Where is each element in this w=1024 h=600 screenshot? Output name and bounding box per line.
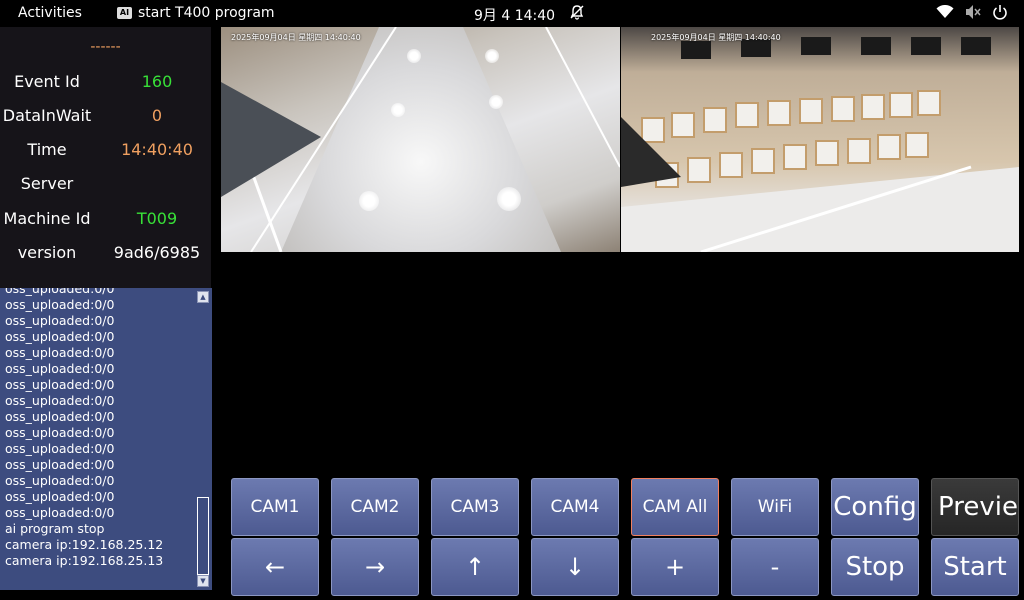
log-line: oss_uploaded:0/0: [5, 345, 115, 360]
info-label: Server: [20, 174, 74, 193]
cam4-button[interactable]: CAM4: [531, 478, 619, 536]
info-row-version: version 9ad6/6985: [0, 243, 211, 273]
power-icon: [992, 4, 1008, 24]
event-id-value: 160: [141, 72, 173, 91]
log-line: oss_uploaded:0/0: [5, 505, 115, 520]
zoom-out-button[interactable]: -: [731, 538, 819, 596]
log-line: oss_uploaded:0/0: [5, 377, 115, 392]
scroll-thumb[interactable]: [197, 497, 209, 575]
bell-muted-icon: [569, 4, 585, 24]
status-header: ------: [90, 39, 121, 55]
info-label: version: [17, 243, 77, 262]
camera-1-timestamp: 2025年09月04日 星期四 14:40:40: [231, 33, 361, 42]
cam1-button[interactable]: CAM1: [231, 478, 319, 536]
log-line: oss_uploaded:0/0: [5, 313, 115, 328]
log-line: ai program stop: [5, 521, 105, 536]
scroll-down-button[interactable]: ▼: [197, 575, 209, 587]
info-label: Machine Id: [3, 209, 91, 228]
wifi-icon: [936, 4, 954, 23]
log-line: oss_uploaded:0/0: [5, 409, 115, 424]
system-tray[interactable]: [936, 4, 1008, 24]
config-button[interactable]: Config: [831, 478, 919, 536]
clock[interactable]: 9月 4 14:40: [474, 5, 555, 25]
info-row-event-id: Event Id 160: [0, 72, 211, 102]
wifi-button[interactable]: WiFi: [731, 478, 819, 536]
log-scrollbar[interactable]: ▲ ▼: [197, 291, 209, 587]
stop-button[interactable]: Stop: [831, 538, 919, 596]
log-line: oss_uploaded:0/0: [5, 441, 115, 456]
corridor-edges: [221, 27, 620, 252]
log-line: oss_uploaded:0/0: [5, 361, 115, 376]
time-value: 14:40:40: [121, 140, 193, 159]
info-row-machine-id: Machine Id T009: [0, 209, 211, 239]
machine-id-value: T009: [136, 209, 178, 228]
cam3-button[interactable]: CAM3: [431, 478, 519, 536]
log-line: oss_uploaded:0/0: [5, 473, 115, 488]
right-arrow-button[interactable]: →: [331, 538, 419, 596]
log-line: oss_uploaded:0/0: [5, 297, 115, 312]
control-buttons: CAM1 CAM2 CAM3 CAM4 CAM All WiFi Config …: [221, 476, 1024, 600]
top-bar: Activities AI start T400 program 9月 4 14…: [0, 0, 1024, 27]
info-row-time: Time 14:40:40: [0, 140, 211, 170]
status-panel: ------ Event Id 160 DataInWait 0 Time 14…: [0, 27, 211, 288]
info-label: Time: [27, 140, 67, 159]
info-row-data-in-wait: DataInWait 0: [0, 106, 211, 136]
left-arrow-button[interactable]: ←: [231, 538, 319, 596]
cam-all-button[interactable]: CAM All: [631, 478, 719, 536]
log-line: oss_uploaded:0/0: [5, 288, 115, 296]
log-lines: oss_uploaded:0/0 oss_uploaded:0/0 oss_uplo…: [5, 288, 195, 569]
cam2-button[interactable]: CAM2: [331, 478, 419, 536]
log-line: camera ip:192.168.25.13: [5, 553, 164, 568]
scroll-up-button[interactable]: ▲: [197, 291, 209, 303]
data-in-wait-value: 0: [151, 106, 163, 125]
camera-feed-2: 2025年09月04日 星期四 14:40:40: [621, 27, 1019, 252]
camera-feed-1: 2025年09月04日 星期四 14:40:40: [221, 27, 620, 252]
log-line: oss_uploaded:0/0: [5, 457, 115, 472]
start-button[interactable]: Start: [931, 538, 1019, 596]
up-arrow-button[interactable]: ↑: [431, 538, 519, 596]
room-edges: [621, 117, 1019, 252]
preview-button[interactable]: Preview: [931, 478, 1019, 536]
log-line: camera ip:192.168.25.12: [5, 537, 164, 552]
log-line: oss_uploaded:0/0: [5, 489, 115, 504]
log-line: oss_uploaded:0/0: [5, 329, 115, 344]
zoom-in-button[interactable]: +: [631, 538, 719, 596]
log-panel[interactable]: oss_uploaded:0/0 oss_uploaded:0/0 oss_uplo…: [0, 288, 212, 590]
info-row-server: Server: [0, 174, 211, 204]
log-line: oss_uploaded:0/0: [5, 425, 115, 440]
version-value: 9ad6/6985: [113, 243, 201, 262]
app-menu[interactable]: AI start T400 program: [117, 5, 275, 21]
log-line: oss_uploaded:0/0: [5, 393, 115, 408]
camera-2-timestamp: 2025年09月04日 星期四 14:40:40: [651, 33, 781, 42]
app-title: start T400 program: [138, 5, 275, 21]
activities-button[interactable]: Activities: [18, 5, 82, 21]
down-arrow-button[interactable]: ↓: [531, 538, 619, 596]
info-label: DataInWait: [2, 106, 92, 125]
info-label: Event Id: [14, 72, 80, 91]
app-icon: AI: [117, 7, 132, 19]
volume-muted-icon: [964, 4, 982, 24]
